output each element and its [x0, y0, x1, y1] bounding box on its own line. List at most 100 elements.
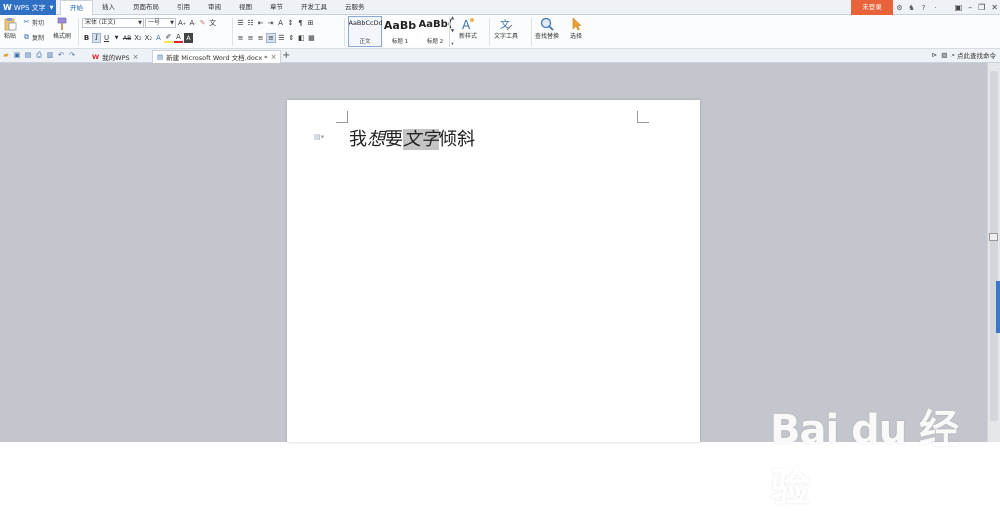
increase-indent-icon[interactable]: ⇥	[266, 18, 275, 28]
align-center-icon[interactable]: ≡	[246, 33, 255, 43]
grow-font-icon[interactable]: A +	[177, 18, 187, 28]
chevron-down-icon[interactable]: ▼	[451, 29, 454, 34]
new-style-icon: A	[462, 18, 474, 31]
table-icon[interactable]: ⊞	[306, 18, 315, 28]
format-painter-button[interactable]: 格式刷	[53, 17, 71, 40]
vertical-scrollbar[interactable]	[987, 63, 1000, 442]
tab-review[interactable]: 审阅	[199, 0, 230, 15]
close-icon[interactable]: ×	[271, 53, 277, 61]
align-right-icon[interactable]: ≡	[256, 33, 265, 43]
more-icon[interactable]: ⋅	[931, 4, 940, 12]
chevron-up-icon[interactable]: ▲	[451, 16, 454, 21]
borders-icon[interactable]: ▦	[307, 33, 316, 43]
underline-button[interactable]: U	[102, 33, 111, 43]
tab-page-layout[interactable]: 页面布局	[124, 0, 168, 15]
add-tab-button[interactable]: +	[282, 50, 290, 62]
restore-icon[interactable]: ❐	[978, 3, 985, 12]
strikethrough-button[interactable]: AB	[122, 33, 132, 43]
scrollbar-thumb[interactable]	[990, 71, 998, 421]
font-color-icon[interactable]: A	[173, 33, 183, 43]
bold-button[interactable]: B	[82, 33, 91, 43]
undo-icon[interactable]: ↶	[57, 51, 65, 60]
new-style-label: 新样式	[459, 33, 478, 40]
open-folder-icon[interactable]: ▰	[2, 51, 10, 60]
more-icon[interactable]: ▾	[451, 42, 453, 47]
font-family-select[interactable]: 宋体 (正文) ▼	[82, 18, 144, 28]
layout-icon[interactable]: ▧	[941, 51, 947, 59]
bullets-icon[interactable]: ☰	[236, 18, 245, 28]
text-run: 倾斜	[439, 129, 475, 150]
highlight-icon[interactable]: ✐	[163, 33, 173, 43]
login-button[interactable]: 未登录	[851, 0, 893, 15]
close-icon[interactable]: ×	[133, 53, 139, 61]
phonetic-icon[interactable]: 文	[208, 18, 217, 28]
tab-home[interactable]: 开始	[60, 0, 93, 15]
numbering-icon[interactable]: ☷	[246, 18, 255, 28]
print-icon[interactable]: ⎙	[35, 51, 43, 60]
tab-cloud-service[interactable]: 云服务	[336, 0, 374, 15]
find-replace-icon	[540, 17, 554, 31]
brush-icon	[57, 17, 67, 30]
tab-references[interactable]: 引用	[168, 0, 199, 15]
style-gallery-scroll[interactable]: ▲ ▼ ▾	[449, 16, 455, 47]
style-heading-1[interactable]: AaBb 标题 1	[383, 16, 417, 47]
tab-view[interactable]: 视图	[230, 0, 261, 15]
side-panel-handle[interactable]	[996, 281, 1000, 333]
text-direction-icon[interactable]: A	[276, 18, 285, 28]
settings-icon[interactable]: ⚙	[895, 4, 904, 12]
paragraph-handle-icon[interactable]: ▤▾	[314, 133, 324, 141]
shading-icon[interactable]: ◧	[297, 33, 306, 43]
selected-text: 文字	[403, 129, 439, 150]
command-search-placeholder: 点此查找命令	[957, 52, 996, 60]
minimize-icon[interactable]: –	[968, 3, 972, 12]
clear-format-icon[interactable]: ✎	[198, 18, 207, 28]
document-page[interactable]: ▤▾ 我想要文字倾斜	[287, 100, 700, 442]
line-spacing-icon[interactable]: ⇕	[287, 33, 296, 43]
command-search[interactable]: ⌕ 点此查找命令	[951, 50, 996, 61]
text-effect-icon[interactable]: A	[154, 33, 163, 43]
tab-developer[interactable]: 开发工具	[292, 0, 336, 15]
align-left-icon[interactable]: ≡	[236, 33, 245, 43]
find-replace-button[interactable]: 查找替换	[535, 17, 559, 40]
scroll-position-marker[interactable]	[989, 233, 998, 241]
redo-icon[interactable]: ↷	[68, 51, 76, 60]
char-shading-icon[interactable]: A	[183, 33, 193, 43]
text-tools-button[interactable]: 文 文字工具	[494, 17, 518, 40]
save-icon[interactable]: ▣	[13, 51, 21, 60]
new-style-button[interactable]: A 新样式	[459, 17, 477, 40]
italic-button[interactable]: I	[92, 33, 101, 43]
skin-icon[interactable]: ♞	[907, 4, 916, 12]
close-icon[interactable]: ✕	[991, 3, 998, 12]
show-marks-icon[interactable]: ¶	[296, 18, 305, 28]
subscript-button[interactable]: X2	[144, 33, 153, 43]
help-icon[interactable]: ?	[919, 4, 928, 12]
style-heading-2[interactable]: AaBb( 标题 2	[418, 16, 452, 47]
document-text[interactable]: 我想要文字倾斜	[349, 125, 475, 151]
paste-label: 粘贴	[3, 33, 16, 40]
superscript-button[interactable]: X2	[133, 33, 142, 43]
bookmark-icon[interactable]: ⊳	[932, 51, 937, 59]
justify-icon[interactable]: ≡	[266, 33, 276, 43]
app-menu-button[interactable]: W WPS 文字 ▼	[0, 0, 56, 15]
style-normal[interactable]: AaBbCcDd 正文	[348, 16, 382, 47]
export-pdf-icon[interactable]: ▥	[46, 51, 54, 60]
chevron-down-icon[interactable]: ▼	[112, 33, 121, 43]
shrink-font-icon[interactable]: A-	[188, 18, 197, 28]
wps-logo-icon: W	[92, 52, 100, 61]
copy-button[interactable]: ⧉ 复制	[22, 32, 44, 42]
distributed-icon[interactable]: ☰	[277, 33, 286, 43]
tab-insert[interactable]: 插入	[93, 0, 124, 15]
print-preview-icon[interactable]: ▤	[24, 51, 32, 60]
cut-button[interactable]: ✂ 剪切	[22, 17, 44, 27]
ribbon-toggle-icon[interactable]: ▣	[955, 3, 963, 12]
sort-icon[interactable]: ↕	[286, 18, 295, 28]
paste-button[interactable]: 粘贴	[3, 17, 17, 40]
select-button[interactable]: 选择	[569, 17, 583, 40]
decrease-indent-icon[interactable]: ⇤	[256, 18, 265, 28]
text-run-italic: 想	[367, 129, 385, 150]
tab-document[interactable]: ▤ 新建 Microsoft Word 文档.docx * ×	[152, 50, 282, 63]
tab-my-wps[interactable]: W 我的WPS ×	[88, 50, 143, 63]
font-size-select[interactable]: 一号 ▼	[145, 18, 176, 28]
tab-chapter[interactable]: 章节	[261, 0, 292, 15]
watermark-brand: Bai du 经验	[770, 407, 959, 511]
